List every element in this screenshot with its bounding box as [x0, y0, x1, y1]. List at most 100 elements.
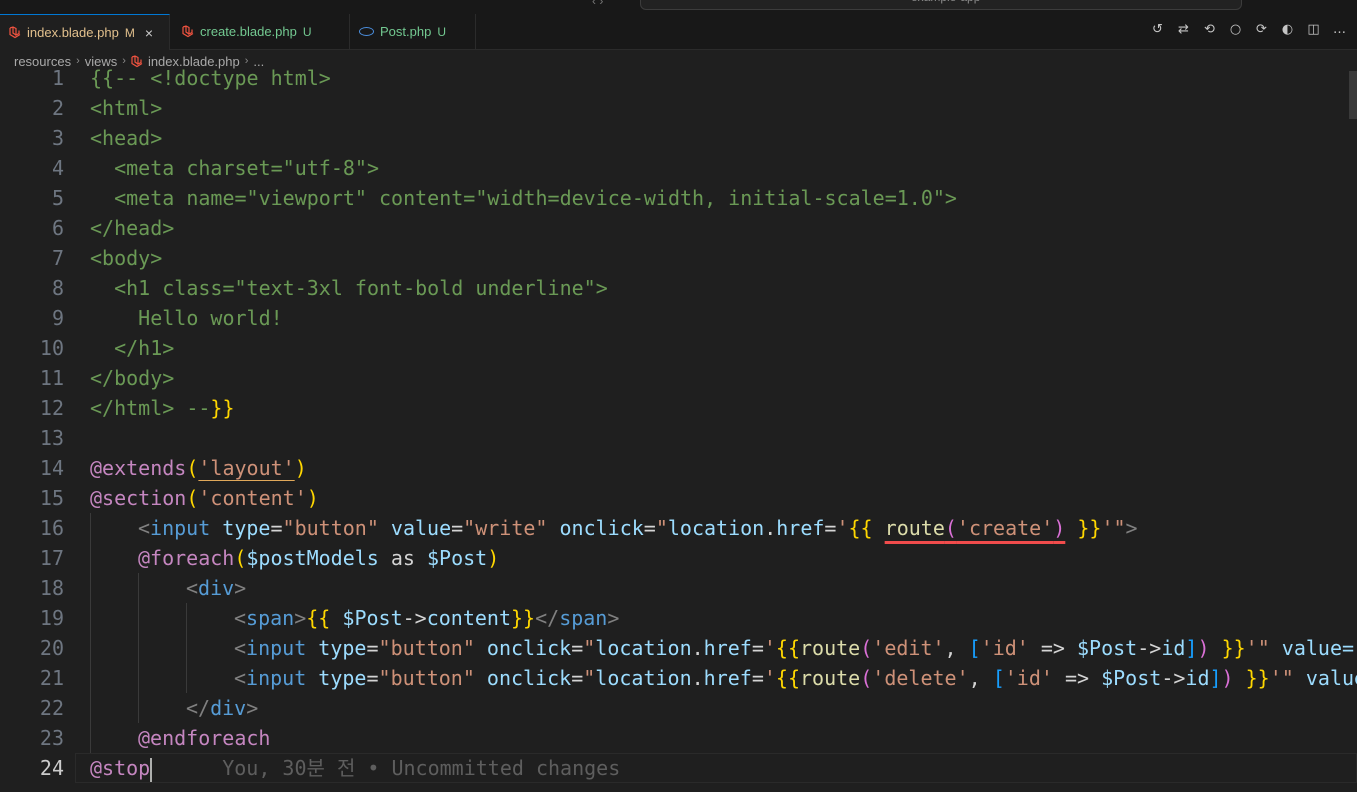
- code-text: <body>: [90, 246, 163, 270]
- indent-guide: [90, 633, 91, 663]
- history-icon[interactable]: ↺: [1150, 22, 1165, 37]
- code-string: 'layout': [198, 456, 295, 480]
- code-token: type: [306, 636, 367, 660]
- code-line: 15 @section('content'): [0, 483, 1357, 513]
- code-line: 14 @extends('layout'): [0, 453, 1357, 483]
- code-token: $Post: [1101, 666, 1162, 690]
- code-token: ): [1221, 666, 1234, 690]
- indent-guide: [186, 663, 187, 693]
- laravel-icon: [182, 25, 194, 38]
- code-token: value: [378, 516, 452, 540]
- indent-guide: [186, 633, 187, 663]
- code-token: route: [884, 516, 945, 540]
- code-token: <: [138, 516, 151, 540]
- code-line: 20 <input type="button" onclick="location…: [0, 633, 1357, 663]
- code-token: ]: [1185, 636, 1198, 660]
- code-token: <: [234, 636, 247, 660]
- code-token: ,: [968, 666, 993, 690]
- line-number: 4: [51, 156, 64, 180]
- vertical-scrollbar[interactable]: [1349, 71, 1357, 119]
- editor-actions: ↺ ⇄ ⟲ ○ ⟳ ◐ ◫ …: [1150, 22, 1347, 37]
- tab-index-blade[interactable]: index.blade.php M ×: [0, 14, 170, 50]
- code-token: (: [186, 456, 199, 480]
- code-token: >: [234, 576, 247, 600]
- code-token: ": [1257, 636, 1270, 660]
- code-token: ": [583, 666, 596, 690]
- blade-directive: @foreach: [138, 546, 235, 570]
- code-token: ): [1053, 516, 1066, 540]
- code-text: <meta name="viewport" content="width=dev…: [90, 186, 957, 210]
- code-token: <: [186, 576, 199, 600]
- line-number: 16: [39, 516, 64, 540]
- line-number: 9: [51, 306, 64, 330]
- code-text: </html> --: [90, 396, 211, 420]
- line-number: 2: [51, 96, 64, 120]
- code-token: }}: [1077, 516, 1102, 540]
- line-number: 20: [39, 636, 64, 660]
- tab-post-php[interactable]: Post.php U: [350, 14, 476, 49]
- code-token: $postModels: [246, 546, 379, 570]
- line-number: 19: [39, 606, 64, 630]
- indent-guide: [138, 693, 139, 723]
- compare-changes-icon[interactable]: ⇄: [1176, 22, 1191, 37]
- code-token: href: [776, 516, 825, 540]
- split-editor-icon[interactable]: ◫: [1306, 22, 1321, 37]
- error-squiggle: route('create'): [885, 516, 1066, 540]
- tab-label: Post.php: [380, 24, 432, 39]
- close-icon[interactable]: ×: [145, 25, 153, 41]
- tab-label: create.blade.php: [200, 24, 297, 39]
- code-token: .: [691, 666, 704, 690]
- code-line: 23 @endforeach: [0, 723, 1357, 753]
- line-number: 3: [51, 126, 64, 150]
- code-token: ': [1245, 636, 1258, 660]
- code-token: <: [234, 606, 247, 630]
- code-token: .: [764, 516, 777, 540]
- code-line: 5 <meta name="viewport" content="width=d…: [0, 183, 1357, 213]
- code-token: route: [800, 636, 861, 660]
- line-number: 18: [39, 576, 64, 600]
- code-token: =: [751, 636, 764, 660]
- code-token: div: [198, 576, 235, 600]
- code-line: 12 </html> --}}: [0, 393, 1357, 423]
- code-token: =: [451, 516, 464, 540]
- code-token: content: [426, 606, 511, 630]
- code-token: "button": [282, 516, 379, 540]
- code-token: =: [366, 636, 379, 660]
- code-token: >: [294, 606, 307, 630]
- line-number: 13: [39, 426, 64, 450]
- code-token: (: [944, 516, 957, 540]
- tab-create-blade[interactable]: create.blade.php U: [170, 14, 350, 49]
- code-string: 'content': [198, 486, 307, 510]
- indent-guide: [90, 603, 91, 633]
- code-text: <h1 class="text-3xl font-bold underline"…: [90, 276, 608, 300]
- dot-icon[interactable]: ○: [1228, 22, 1243, 37]
- go-back-icon[interactable]: ⟲: [1202, 22, 1217, 37]
- code-line: 1 {{-- <!doctype html>: [0, 63, 1357, 93]
- code-token: input: [246, 636, 307, 660]
- indent-guide: [90, 573, 91, 603]
- code-token: onclick: [547, 516, 644, 540]
- command-center-search[interactable]: example-app: [640, 0, 1242, 10]
- line-number: 15: [39, 486, 64, 510]
- code-line: 9 Hello world!: [0, 303, 1357, 333]
- code-token: 'id': [1004, 666, 1053, 690]
- copilot-icon[interactable]: ◐: [1280, 22, 1295, 37]
- code-token: ": [583, 636, 596, 660]
- indent-guide: [138, 633, 139, 663]
- indent-guide: [186, 603, 187, 633]
- indent-guide: [90, 723, 91, 753]
- more-actions-icon[interactable]: …: [1332, 22, 1347, 37]
- code-token: ': [836, 516, 849, 540]
- go-forward-icon[interactable]: ⟳: [1254, 22, 1269, 37]
- code-token: type: [210, 516, 271, 540]
- nav-arrows[interactable]: ‹ ›: [592, 0, 603, 8]
- code-editor[interactable]: 1 {{-- <!doctype html> 2 <html> 3 <head> 4 …: [0, 63, 1357, 783]
- code-line: 21 <input type="button" onclick="location…: [0, 663, 1357, 693]
- code-token: =>: [1028, 636, 1078, 660]
- line-number: 23: [39, 726, 64, 750]
- code-token: href: [703, 666, 752, 690]
- code-token: $Post: [1077, 636, 1138, 660]
- code-token: >: [607, 606, 620, 630]
- blade-directive: @section: [90, 486, 187, 510]
